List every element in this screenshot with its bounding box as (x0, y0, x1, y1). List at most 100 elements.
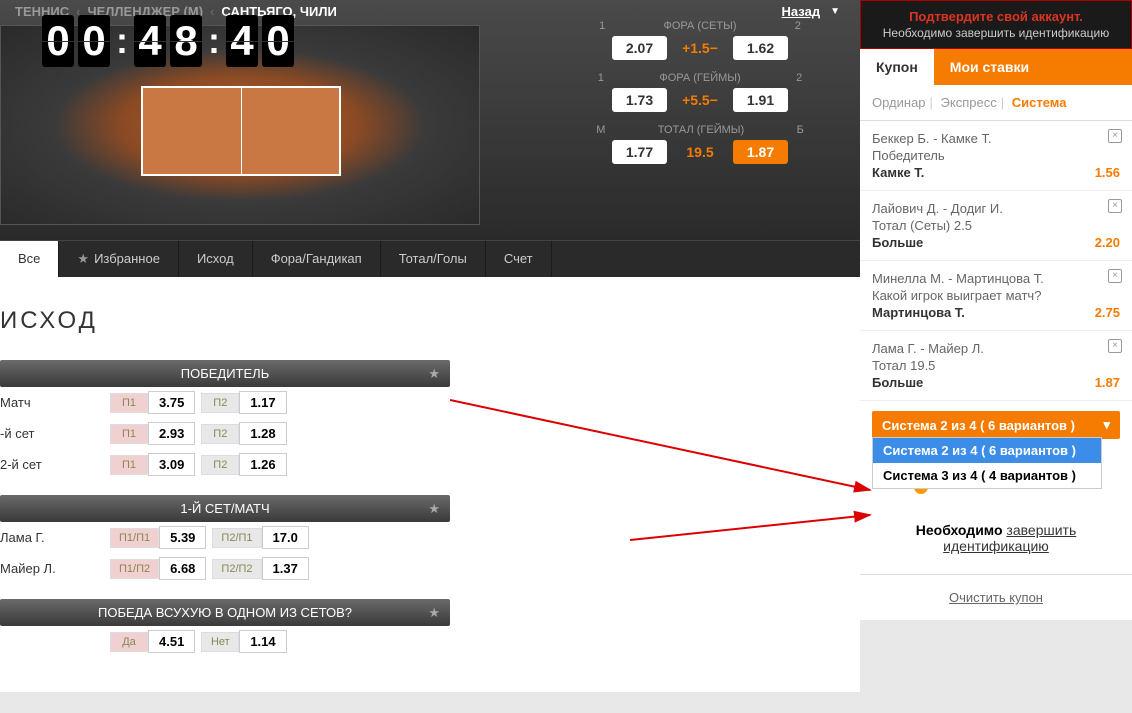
bet-button[interactable]: П2/П117.0 (212, 526, 308, 549)
slip-market: Какой игрок выиграет матч? (872, 288, 1120, 303)
star-icon[interactable]: ★ (428, 366, 440, 382)
odds-label: Фора (Геймы) (659, 72, 740, 84)
odds-label: 2 (796, 72, 802, 84)
back-link[interactable]: Назад (782, 4, 821, 19)
colon-icon: : (116, 20, 128, 62)
market-tabs: Все ★Избранное Исход Фора/Гандикап Тотал… (0, 240, 860, 277)
bet-button[interactable]: Да4.51 (110, 630, 195, 653)
slip-pick: Мартинцова Т. (872, 305, 965, 320)
live-header: Теннис ‹ Челленджер (М) ‹ Сантьяго, Чили… (0, 0, 860, 240)
odds-label: Тотал (Геймы) (658, 124, 744, 136)
star-icon[interactable]: ★ (428, 501, 440, 517)
tab-total[interactable]: Тотал/Голы (381, 241, 486, 277)
remove-icon[interactable]: × (1108, 269, 1122, 283)
odds-label: 2 (795, 20, 801, 32)
remove-icon[interactable]: × (1108, 129, 1122, 143)
market-row: Майер Л.П1/П26.68 П2/П21.37 (0, 553, 860, 584)
remove-icon[interactable]: × (1108, 199, 1122, 213)
market-blank-set: Победа всухую в одном из сетов?★ Да4.51 … (0, 599, 860, 657)
slip-item: ×Беккер Б. - Камке Т.ПобедительКамке Т.1… (860, 121, 1132, 191)
remove-icon[interactable]: × (1108, 339, 1122, 353)
bet-button[interactable]: П1/П15.39 (110, 526, 206, 549)
tab-favorites[interactable]: ★Избранное (59, 241, 179, 277)
handicap-value: +5.5− (675, 92, 725, 108)
system-select[interactable]: Система 2 из 4 ( 6 вариантов ) ▾ (872, 411, 1120, 439)
market-set-match: 1-й Сет/Матч★ Лама Г.П1/П15.39 П2/П117.0 М… (0, 495, 860, 584)
slip-pick: Больше (872, 235, 923, 250)
odds-button[interactable]: 2.07 (612, 36, 667, 60)
bet-button[interactable]: П21.28 (201, 422, 286, 445)
odds-button[interactable]: 1.73 (612, 88, 667, 112)
market-header: 1-й Сет/Матч★ (0, 495, 450, 522)
star-icon: ★ (77, 251, 89, 266)
market-header: Победитель★ (0, 360, 450, 387)
row-label: Лама Г. (0, 530, 110, 545)
verify-message: Необходимо завершить идентификацию (860, 502, 1132, 574)
tab-my-bets[interactable]: Мои ставки (934, 49, 1045, 85)
slip-match: Минелла М. - Мартинцова Т. (872, 271, 1120, 286)
system-option[interactable]: Система 3 из 4 ( 4 вариантов ) (873, 463, 1101, 488)
tab-score[interactable]: Счет (486, 241, 552, 277)
verify-title: Подтвердите свой аккаунт. (869, 9, 1123, 24)
bet-button[interactable]: П13.75 (110, 391, 195, 414)
row-label: Матч (0, 395, 110, 410)
section-title: Исход (0, 297, 860, 345)
tab-outcome[interactable]: Исход (179, 241, 253, 277)
quick-odds-panel: 1Фора (Сеты)2 2.07 +1.5− 1.62 1Фора (Гей… (570, 20, 830, 176)
system-dropdown: Система 2 из 4 ( 6 вариантов ) Система 3… (872, 437, 1102, 489)
chevron-down-icon: ▾ (1103, 417, 1110, 433)
slip-odd: 1.87 (1095, 375, 1120, 390)
verify-text: Необходимо завершить идентификацию (869, 26, 1123, 40)
bet-type-selector: Ординар| Экспресс| Система (860, 85, 1132, 121)
row-label: -й сет (0, 426, 110, 441)
tab-handicap[interactable]: Фора/Гандикап (253, 241, 381, 277)
slip-pick: Больше (872, 375, 923, 390)
tab-all[interactable]: Все (0, 241, 59, 277)
odds-label: Б (797, 124, 804, 136)
coupon-tabs: Купон Мои ставки (860, 49, 1132, 85)
chevron-down-icon[interactable]: ▼ (830, 6, 840, 17)
total-value: 19.5 (675, 144, 725, 160)
timer-digit: 4 (226, 15, 258, 67)
odds-button[interactable]: 1.62 (733, 36, 788, 60)
star-icon[interactable]: ★ (428, 605, 440, 621)
bet-button[interactable]: П13.09 (110, 453, 195, 476)
bet-button[interactable]: П21.26 (201, 453, 286, 476)
odds-button-selected[interactable]: 1.87 (733, 140, 788, 164)
verify-banner[interactable]: Подтвердите свой аккаунт. Необходимо зав… (860, 0, 1132, 49)
market-winner: Победитель★ МатчП13.75 П21.17 -й сетП12.93… (0, 360, 860, 480)
odds-button[interactable]: 1.77 (612, 140, 667, 164)
slip-odd: 2.75 (1095, 305, 1120, 320)
timer-digit: 8 (170, 15, 202, 67)
bet-button[interactable]: П12.93 (110, 422, 195, 445)
odds-label: 1 (598, 72, 604, 84)
type-single[interactable]: Ординар (872, 95, 926, 110)
slip-odd: 1.56 (1095, 165, 1120, 180)
bet-button[interactable]: П21.17 (201, 391, 286, 414)
odds-label: 1 (599, 20, 605, 32)
odds-button[interactable]: 1.91 (733, 88, 788, 112)
market-header: Победа всухую в одном из сетов?★ (0, 599, 450, 626)
slip-match: Лайович Д. - Додиг И. (872, 201, 1120, 216)
timer-digit: 0 (262, 15, 294, 67)
market-row: Лама Г.П1/П15.39 П2/П117.0 (0, 522, 860, 553)
odds-label: М (596, 124, 605, 136)
colon-icon: : (208, 20, 220, 62)
bet-button[interactable]: П2/П21.37 (212, 557, 308, 580)
bet-button[interactable]: Нет1.14 (201, 630, 286, 653)
clear-coupon-link[interactable]: Очистить купон (860, 574, 1132, 620)
tab-coupon[interactable]: Купон (860, 49, 934, 85)
system-option[interactable]: Система 2 из 4 ( 6 вариантов ) (873, 438, 1101, 463)
slip-market: Победитель (872, 148, 1120, 163)
type-express[interactable]: Экспресс (941, 95, 997, 110)
slip-match: Лама Г. - Майер Л. (872, 341, 1120, 356)
slip-item: ×Минелла М. - Мартинцова Т. Какой игрок в… (860, 261, 1132, 331)
slip-item: ×Лайович Д. - Додиг И.Тотал (Сеты) 2.5Бо… (860, 191, 1132, 261)
bet-button[interactable]: П1/П26.68 (110, 557, 206, 580)
row-label: Майер Л. (0, 561, 110, 576)
slip-item: ×Лама Г. - Майер Л.Тотал 19.5Больше1.87 (860, 331, 1132, 401)
slip-pick: Камке Т. (872, 165, 924, 180)
betslip-sidebar: Подтвердите свой аккаунт. Необходимо зав… (860, 0, 1132, 620)
type-system[interactable]: Система (1012, 95, 1067, 110)
timer-digit: 0 (42, 15, 74, 67)
